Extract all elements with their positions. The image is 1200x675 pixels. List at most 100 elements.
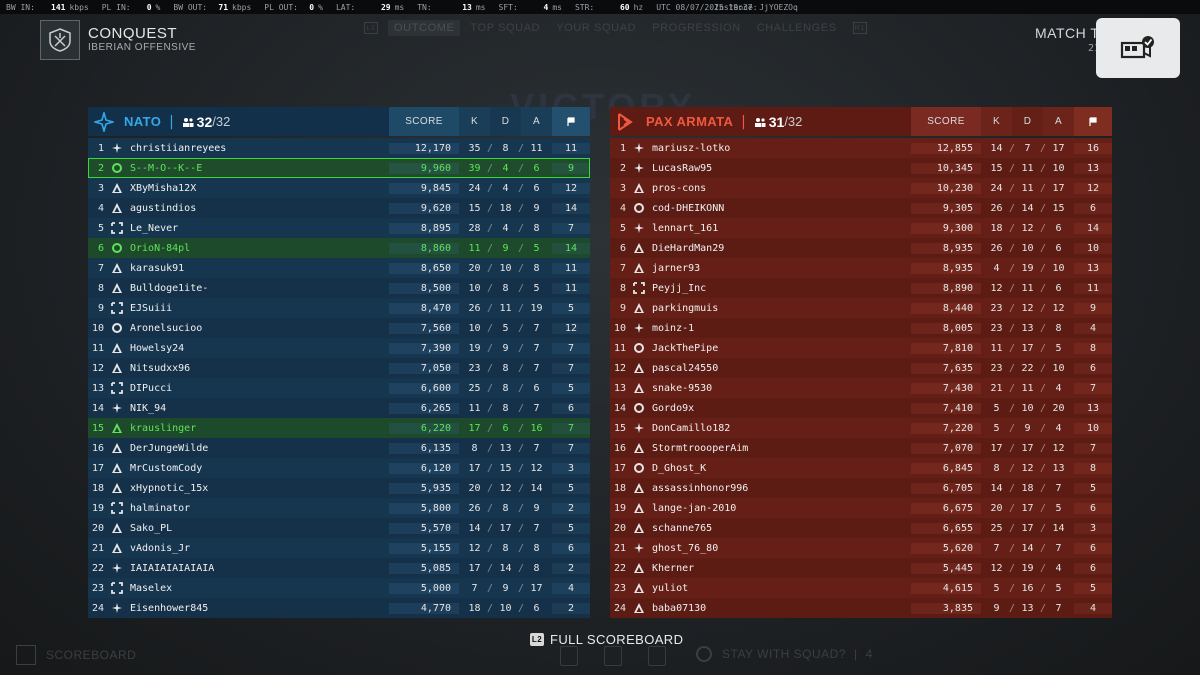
tab-challenges[interactable]: CHALLENGES: [751, 20, 843, 36]
player-name: christiianreyees: [130, 142, 227, 154]
player-kills: 35: [459, 143, 493, 154]
stat-item: PL IN: 0%: [102, 3, 161, 12]
player-row[interactable]: 13 snake-9530 7,4302111 47: [610, 378, 1112, 398]
tab-outcome[interactable]: OUTCOME: [388, 20, 461, 36]
player-row[interactable]: 4 cod-DHEIKONN 9,3052614 15 6: [610, 198, 1112, 218]
column-header-kills[interactable]: K: [459, 107, 490, 136]
player-row[interactable]: 11Howelsy247,39019977: [88, 338, 590, 358]
player-row[interactable]: 9parkingmuis8,4402312129: [610, 298, 1112, 318]
player-row[interactable]: 6 OrioN-84pl 8,8601195 14: [88, 238, 590, 258]
player-row[interactable]: 10 moinz-1 8,0052313 84: [610, 318, 1112, 338]
player-kills: 14: [981, 483, 1015, 494]
player-deaths: 9: [490, 343, 524, 354]
player-assists: 4: [1055, 562, 1062, 574]
player-row[interactable]: 19 lange-jan-2010 6,6752017 56: [610, 498, 1112, 518]
player-objectives: 6: [552, 402, 590, 414]
player-row[interactable]: 23yuliot4,61551655: [610, 578, 1112, 598]
player-row[interactable]: 19 halminator 5,80026892: [88, 498, 590, 518]
player-row[interactable]: 21ghost_76_805,62071476: [610, 538, 1112, 558]
player-row[interactable]: 14 NIK_94 6,26511876: [88, 398, 590, 418]
next-tab-key-icon[interactable]: R1: [852, 22, 867, 34]
column-header-objective-flag-icon[interactable]: [1074, 107, 1112, 136]
column-header-assists[interactable]: A: [1043, 107, 1074, 136]
player-row[interactable]: 20 schanne765 6,6552517 14 3: [610, 518, 1112, 538]
player-row[interactable]: 2 S--M-O--K--E 9,96039469: [88, 158, 590, 178]
player-row[interactable]: 17MrCustomCody6,1201715123: [88, 458, 590, 478]
column-header-deaths[interactable]: D: [490, 107, 521, 136]
player-row[interactable]: 9 EJSuiii 8,4702611 19 5: [88, 298, 590, 318]
tab-progression[interactable]: PROGRESSION: [646, 20, 747, 36]
player-row[interactable]: 17D_Ghost_K6,845812138: [610, 458, 1112, 478]
player-row[interactable]: 22 Kherner 5,4451219 46: [610, 558, 1112, 578]
player-row[interactable]: 18assassinhonor9966,705141875: [610, 478, 1112, 498]
player-row[interactable]: 24 baba07130 3,835913 74: [610, 598, 1112, 618]
column-header-deaths[interactable]: D: [1012, 107, 1043, 136]
player-name: ghost_76_80: [652, 542, 719, 554]
player-deaths: 17: [1012, 503, 1046, 514]
team-player-max: /32: [212, 114, 231, 129]
player-row[interactable]: 4 agustindios 9,6201518 9 14: [88, 198, 590, 218]
player-row[interactable]: 12Nitsudxx967,05023877: [88, 358, 590, 378]
player-row[interactable]: 7 jarner93 8,935419 10 13: [610, 258, 1112, 278]
player-name: EJSuiii: [130, 302, 173, 314]
squad-icon[interactable]: [604, 646, 622, 666]
player-assists: 7: [1055, 542, 1062, 554]
player-row[interactable]: 12 pascal24550 7,6352322 10 6: [610, 358, 1112, 378]
player-row[interactable]: 15 krauslinger 6,220176 16 7: [88, 418, 590, 438]
player-kills: 17: [459, 563, 493, 574]
column-header-assists[interactable]: A: [521, 107, 552, 136]
player-row[interactable]: 5 Le_Never 8,89528487: [88, 218, 590, 238]
player-row[interactable]: 7 karasuk91 8,6502010 8 11: [88, 258, 590, 278]
player-deaths: 14: [1012, 203, 1046, 214]
stay-with-squad-button[interactable]: STAY WITH SQUAD? | 4: [696, 646, 873, 662]
player-objectives: 10: [1074, 242, 1112, 254]
player-row[interactable]: 22 IAIAIAIAIAIAIA 5,0851714 82: [88, 558, 590, 578]
player-row[interactable]: 1 christiianreyees 12,170358 11 11: [88, 138, 590, 158]
loadout-icon[interactable]: [560, 646, 578, 666]
player-row[interactable]: 3 XByMisha12X 9,8452446 12: [88, 178, 590, 198]
player-row[interactable]: 18 xHypnotic_15x 5,9352012 14 5: [88, 478, 590, 498]
player-row[interactable]: 3 pros-cons 10,2302411 17 12: [610, 178, 1112, 198]
player-row[interactable]: 23 Maselex 5,00079 17 4: [88, 578, 590, 598]
tab-top-squad[interactable]: TOP SQUAD: [464, 20, 546, 36]
scoreboard-button[interactable]: SCOREBOARD: [16, 645, 136, 665]
player-row[interactable]: 1 mariusz-lotko 12,855147 17 16: [610, 138, 1112, 158]
player-row[interactable]: 16 DerJungeWilde 6,135813 77: [88, 438, 590, 458]
assault-class-icon: [632, 441, 646, 455]
column-header-objective-flag-icon[interactable]: [552, 107, 590, 136]
player-row[interactable]: 6DieHardMan298,9352610610: [610, 238, 1112, 258]
player-kills: 23: [981, 303, 1015, 314]
player-row[interactable]: 14 Gordo9x 7,410510 20 13: [610, 398, 1112, 418]
player-assists: 4: [1055, 422, 1062, 434]
prev-tab-key-icon[interactable]: L1: [364, 22, 378, 34]
player-row[interactable]: 16StormtroooperAim7,0701717127: [610, 438, 1112, 458]
report-icon[interactable]: [648, 646, 666, 666]
player-row[interactable]: 21vAdonis_Jr5,15512886: [88, 538, 590, 558]
player-kills: 11: [459, 243, 493, 254]
player-row[interactable]: 8Peyjj_Inc8,8901211611: [610, 278, 1112, 298]
tab-your-squad[interactable]: YOUR SQUAD: [550, 20, 642, 36]
player-assists: 17: [1052, 182, 1065, 194]
stat-item: LAT: 29 ms: [336, 3, 404, 12]
player-row[interactable]: 13 DIPucci 6,60025865: [88, 378, 590, 398]
player-row[interactable]: 15 DonCamillo182 7,220594 10: [610, 418, 1112, 438]
player-kills: 15: [459, 203, 493, 214]
player-row[interactable]: 10Aronelsucioo7,560105712: [88, 318, 590, 338]
player-row[interactable]: 8Bulldoge1ite-8,500108511: [88, 278, 590, 298]
player-row[interactable]: 20 Sako_PL 5,5701417 75: [88, 518, 590, 538]
player-row[interactable]: 2 LucasRaw95 10,3451511 10 13: [610, 158, 1112, 178]
player-rank: 20: [91, 522, 104, 534]
player-assists: 8: [1055, 322, 1062, 334]
player-deaths: 8: [490, 503, 524, 514]
player-score: 4,770: [389, 602, 459, 614]
column-header-score[interactable]: SCORE: [389, 107, 459, 136]
player-rank: 21: [613, 542, 626, 554]
player-row[interactable]: 11JackThePipe7,810111758: [610, 338, 1112, 358]
full-scoreboard-button[interactable]: L2 FULL SCOREBOARD: [530, 632, 683, 647]
player-row[interactable]: 5 lennart_161 9,3001812 6 14: [610, 218, 1112, 238]
stat-value: 13: [462, 2, 472, 12]
column-header-kills[interactable]: K: [981, 107, 1012, 136]
player-rank: 8: [97, 282, 104, 294]
player-row[interactable]: 24 Eisenhower845 4,7701810 62: [88, 598, 590, 618]
column-header-score[interactable]: SCORE: [911, 107, 981, 136]
